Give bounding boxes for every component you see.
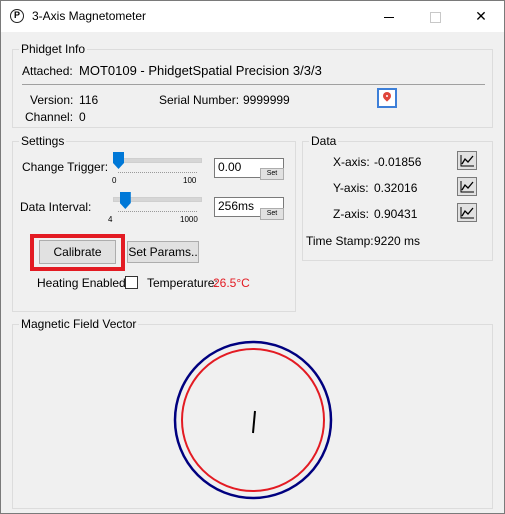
channel-label: Channel: bbox=[25, 110, 74, 124]
data-interval-label: Data Interval: bbox=[20, 200, 92, 214]
settings-group: Settings Change Trigger: 0 100 0.00 Set … bbox=[12, 134, 296, 312]
attached-value: MOT0109 - PhidgetSpatial Precision 3/3/3 bbox=[79, 63, 322, 78]
maximize-button[interactable] bbox=[412, 1, 458, 32]
x-axis-value: -0.01856 bbox=[374, 155, 422, 169]
y-axis-label: Y-axis: bbox=[333, 181, 369, 195]
phidget-logo-icon: P bbox=[10, 9, 24, 23]
heating-enabled-label: Heating Enabled: bbox=[37, 276, 130, 290]
data-group: Data X-axis: -0.01856 Y-axis: 0.32016 Z-… bbox=[302, 134, 493, 261]
time-stamp-label: Time Stamp: bbox=[306, 234, 374, 248]
maximize-icon bbox=[429, 11, 441, 23]
inner-field-circle bbox=[181, 348, 325, 492]
serial-number-value: 9999999 bbox=[243, 93, 290, 107]
data-interval-set-button[interactable]: Set bbox=[260, 208, 284, 220]
field-vector-canvas bbox=[173, 340, 333, 500]
x-axis-graph-button[interactable] bbox=[457, 151, 477, 170]
outer-field-circle bbox=[173, 340, 333, 500]
data-title: Data bbox=[309, 134, 339, 148]
phidget-info-group: Phidget Info Attached: MOT0109 - Phidget… bbox=[12, 42, 493, 128]
z-axis-graph-button[interactable] bbox=[457, 203, 477, 222]
magnetic-field-vector-group: Magnetic Field Vector bbox=[12, 317, 493, 509]
locate-device-button[interactable] bbox=[377, 88, 397, 108]
change-trigger-min: 0 bbox=[112, 176, 117, 185]
set-params-button[interactable]: Set Params.. bbox=[127, 241, 199, 263]
temperature-label: Temperature: bbox=[147, 276, 218, 290]
change-trigger-track bbox=[113, 158, 202, 163]
y-axis-graph-button[interactable] bbox=[457, 177, 477, 196]
minimize-button[interactable] bbox=[366, 1, 412, 32]
close-button[interactable]: ✕ bbox=[458, 1, 504, 32]
change-trigger-set-button[interactable]: Set bbox=[260, 168, 284, 180]
close-icon: ✕ bbox=[475, 8, 487, 24]
change-trigger-label: Change Trigger: bbox=[22, 160, 109, 174]
magnetic-field-vector-title: Magnetic Field Vector bbox=[19, 317, 139, 331]
settings-title: Settings bbox=[19, 134, 67, 148]
x-axis-label: X-axis: bbox=[333, 155, 370, 169]
change-trigger-ticks bbox=[118, 169, 197, 173]
line-graph-icon bbox=[460, 207, 474, 219]
field-vector-line bbox=[252, 410, 256, 434]
z-axis-value: 0.90431 bbox=[374, 207, 418, 221]
window-title: 3-Axis Magnetometer bbox=[32, 9, 147, 23]
heating-enabled-checkbox[interactable] bbox=[125, 276, 138, 289]
data-interval-max: 1000 bbox=[180, 215, 198, 224]
time-stamp-value: 9220 ms bbox=[374, 234, 421, 248]
data-interval-slider[interactable] bbox=[119, 192, 131, 209]
version-label: Version: bbox=[30, 93, 74, 107]
change-trigger-max: 100 bbox=[183, 176, 197, 185]
z-axis-label: Z-axis: bbox=[333, 207, 369, 221]
channel-value: 0 bbox=[79, 110, 86, 124]
line-graph-icon bbox=[460, 155, 474, 167]
minimize-icon bbox=[384, 16, 394, 18]
attached-label: Attached: bbox=[22, 64, 73, 78]
info-separator bbox=[22, 84, 485, 85]
temperature-value: 26.5°C bbox=[213, 276, 250, 290]
map-pin-dot bbox=[386, 95, 388, 97]
title-bar[interactable]: P 3-Axis Magnetometer ✕ bbox=[1, 1, 504, 32]
data-interval-min: 4 bbox=[108, 215, 113, 224]
calibrate-button[interactable]: Calibrate bbox=[39, 240, 116, 264]
data-interval-ticks bbox=[118, 208, 197, 212]
serial-number-label: Serial Number: bbox=[159, 93, 240, 107]
version-value: 116 bbox=[79, 93, 99, 107]
phidget-info-title: Phidget Info bbox=[19, 42, 88, 56]
magnetometer-window: P 3-Axis Magnetometer ✕ Phidget Info Att… bbox=[0, 0, 505, 514]
change-trigger-slider[interactable] bbox=[113, 152, 124, 169]
line-graph-icon bbox=[460, 181, 474, 193]
y-axis-value: 0.32016 bbox=[374, 181, 418, 195]
